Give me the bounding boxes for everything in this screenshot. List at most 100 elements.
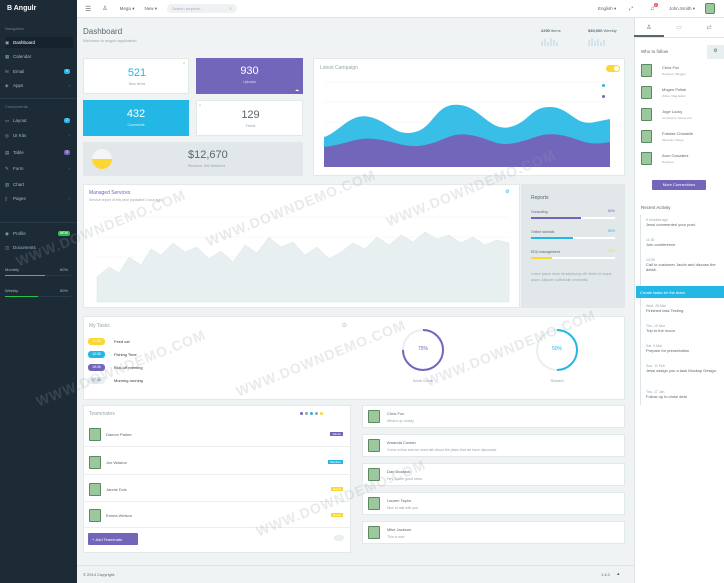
campaign-panel: Latest Campaign [313,58,625,176]
message-item[interactable]: Mike Jackson This is nice [362,521,625,544]
message-item[interactable]: Chris Fox What's up, buddy [362,405,625,428]
follow-item[interactable]: Chris Fox Designer, Blogger [641,62,721,84]
topbar: ☰ ♙ Mega ▾ New ▾ Search projects... ⌕ Eng… [77,0,724,18]
message-item[interactable]: Lauren Taylor Nice to talk with you. [362,492,625,515]
page-title: Dashboard [83,27,123,36]
report-bar-fill [531,237,573,239]
avatar[interactable] [705,3,715,14]
tab-transfer[interactable]: ⇄ [694,18,724,37]
follow-item[interactable]: Folisise Chosielie Musician, Player [641,128,721,150]
sidebar-item-email[interactable]: ✉ Email 9 [5,66,73,77]
progress-monthly-value: 60% [60,267,69,272]
email-icon: ✉ [5,68,9,74]
sidebar-item-apps[interactable]: ◈ Apps › [5,80,73,91]
chevron-icon: › [68,196,71,201]
user-menu[interactable]: John.Smith ▾ [669,6,695,12]
sidebar-item-dashboard[interactable]: ▣ Dashboard [5,37,73,48]
user-icon[interactable]: ♙ [102,5,107,12]
avatar [89,427,101,441]
sidebar-item-chart[interactable]: ▥ Chart [5,179,73,190]
search-icon[interactable]: ⌕ [229,6,232,12]
profile-icon: ◉ [5,230,9,236]
managed-title: Managed Services [89,190,131,196]
stat-uploads: 930 Uploads ☁ [196,58,303,94]
campaign-toggle[interactable] [606,65,620,72]
menu-icon[interactable]: ☰ [85,5,91,13]
brand-icon: B [7,5,14,12]
settings-icon[interactable]: ⊙ [342,322,347,329]
message-item[interactable]: Dan Doorack Hey, Some good news [362,463,625,486]
cloud-icon: ☁ [295,87,299,92]
reports-note: Lorem ipsum dolor sit adipiscing elit. M… [531,272,612,282]
mega-menu[interactable]: Mega ▾ [120,6,135,12]
scroll-top-icon[interactable]: ▴ [617,571,620,577]
report-bar-track [531,217,615,219]
avatar [89,455,101,469]
table-row[interactable]: Joe Waston Member [83,450,351,475]
brand[interactable]: B Angulr [0,0,77,18]
task-item[interactable]: 12:30 Fishing Time [88,350,137,358]
task-item[interactable]: 07:30 Morning running [88,376,143,384]
activity-item: Wed, 25 Mar Finished task Testing. [646,304,685,313]
follow-item[interactable]: Mogen Polish Writer, Mag Editor [641,84,721,106]
role-badge: Guest [330,487,343,491]
table-row[interactable]: Jannie Dvis Guest [83,477,351,502]
avatar [368,439,380,452]
activity-highlight[interactable]: Create tasks for the team [636,286,724,298]
layout-badge: 2 [64,118,70,123]
chevron-icon: › [68,83,71,88]
sidebar-item-documents[interactable]: ◫ Documents [5,242,73,253]
sidebar-item-calendar[interactable]: ▦ Calendar [5,51,73,62]
stat-value: 930 [240,65,259,77]
search-input[interactable]: Search projects... ⌕ [166,4,237,13]
table-row[interactable]: Damon Parker Admin [83,422,351,447]
task-item[interactable]: 19:30 Kick-off meeting [88,363,143,371]
avatar [89,482,101,496]
stat-comments: 432 Comments [83,100,189,136]
sidebar-item-table[interactable]: ▤ Table 3 [5,147,73,158]
sidebar-item-form[interactable]: ✎ Form › [5,163,73,174]
message-item[interactable]: Amanda Conlan Come online and we need tal… [362,434,625,457]
new-menu[interactable]: New ▾ [144,6,157,12]
more-connections-button[interactable]: More Connections [652,180,706,190]
stat-value: 129 [241,109,260,121]
timeline-line [640,215,641,405]
report-row-consulting: Consulting 80% [531,209,615,221]
teammates-toggle[interactable] [334,535,344,541]
tab-people[interactable]: ♙ [634,18,664,37]
tab-chat[interactable]: ▭ [664,18,694,37]
task-item[interactable]: 11:30 Feed cat [88,337,130,345]
transfer-icon: ⇄ [706,25,712,31]
who-to-follow-title: Who to follow [641,49,669,54]
user-icon: ♙ [646,25,652,31]
language-select[interactable]: English ▾ [598,6,616,12]
plus-icon: + [92,536,95,542]
table-row[interactable]: Emma Welson Guest [83,503,351,528]
managed-chart [96,216,510,303]
stat-new-items: 521 New Items ▴ [83,58,189,94]
report-row-tutorials: Online tutorials 50% [531,229,615,241]
add-teammate-button[interactable]: + Add Teammate [88,533,138,545]
managed-services-panel: Managed Services Service report of this … [83,184,520,308]
documents-icon: ◫ [5,244,10,250]
fullscreen-icon[interactable]: ⤢ [629,6,633,12]
avatar [89,508,101,522]
sidebar-item-uikits[interactable]: ◎ UI Kits › [5,130,73,141]
chevron-icon: › [68,166,71,171]
table-badge: 3 [64,150,70,155]
progress-monthly-fill [5,275,45,276]
sidebar-item-profile[interactable]: ◉ Profile NEW [5,228,73,239]
sidebar-item-pages[interactable]: ▯ Pages › [5,193,73,204]
sidebar-item-layout[interactable]: ▭ Layout 2 [5,115,73,126]
progress-monthly-label: Monthly [5,267,20,272]
progress-weekly-track [5,296,71,297]
chat-icon: ▭ [676,25,682,31]
follow-item[interactable]: Joge Lucky Art director, Movie Cut [641,106,721,128]
gear-icon[interactable]: ⚙ [707,45,724,59]
stat-label: New Items [128,82,146,86]
refresh-icon[interactable]: ⚙ [505,189,509,195]
form-icon: ✎ [5,165,9,171]
teammates-filter[interactable] [300,412,323,415]
follow-item[interactable]: Aron Gonzalez Designer [641,150,721,172]
progress-weekly-value: 50% [60,288,69,293]
